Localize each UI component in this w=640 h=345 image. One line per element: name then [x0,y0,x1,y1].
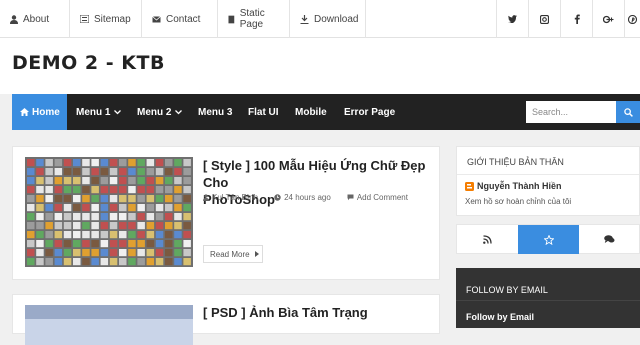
profile-name: Nguyễn Thành Hiền [477,181,562,191]
top-link-label: Sitemap [94,13,131,25]
twitter-link[interactable] [496,0,528,38]
tab-comments[interactable] [579,225,640,254]
post-author-name: Kul Tân Bình [212,193,259,202]
nav-item-home[interactable]: Home [12,94,67,130]
user-icon [10,14,18,24]
google-plus-link[interactable] [592,0,624,38]
top-link-static-page[interactable]: Static Page [218,0,290,38]
follow-subtitle: Follow by Email [466,312,535,322]
post-comment-link[interactable]: Add Comment [347,193,416,202]
site-header: DEMO 2 - KTB [0,38,640,94]
nav-item-error-page[interactable]: Error Page [344,94,395,130]
post-card: [ PSD ] Ảnh Bìa Tâm Trạng [12,294,440,345]
divider [456,300,640,301]
comments-icon [604,235,615,243]
twitter-icon [508,15,517,23]
instagram-icon [540,14,549,24]
thumbnail-image [27,159,191,266]
post-meta: Kul Tân Bình 24 hours ago Add Comment [203,193,424,202]
nav-item-label: Error Page [344,106,396,118]
nav-item-menu-2[interactable]: Menu 2 [137,94,183,130]
top-link-contact[interactable]: Contact [142,0,218,38]
top-link-label: Contact [166,13,201,25]
post-title[interactable]: [ PSD ] Ảnh Bìa Tâm Trạng [203,304,433,321]
search-icon [623,107,633,117]
post-time-text: 24 hours ago [284,193,331,202]
search-placeholder: Search... [532,107,569,117]
top-link-about[interactable]: About [0,0,70,38]
profile-name-link[interactable]: Nguyễn Thành Hiền [465,181,562,191]
facebook-icon [574,14,580,24]
about-widget: GIỚI THIỆU BẢN THÂN Nguyễn Thành Hiền Xe… [456,146,640,216]
nav-item-menu-1[interactable]: Menu 1 [76,94,122,130]
top-link-sitemap[interactable]: Sitemap [70,0,142,38]
nav-item-label: Home [32,106,60,118]
google-plus-icon [603,15,614,23]
read-more-button[interactable]: Read More [203,245,263,263]
chevron-down-icon [175,109,183,114]
top-link-label: About [23,13,50,25]
pinterest-icon [628,14,637,24]
post-author[interactable]: Kul Tân Bình [203,193,266,202]
list-icon [80,15,89,23]
nav-item-flat-ui[interactable]: Flat UI [248,94,279,130]
nav-item-label: Flat UI [248,106,279,118]
post-card: [ Style ] 100 Mẫu Hiệu Ứng Chữ Đẹp Cho P… [12,146,440,280]
post-thumbnail[interactable] [25,305,193,345]
top-link-label: Download [314,13,359,25]
nav-item-label: Menu 2 [137,106,172,118]
blogger-icon [465,181,474,191]
nav-item-menu-3[interactable]: Menu 3 [198,94,232,130]
profile-view-link[interactable]: Xem hồ sơ hoàn chỉnh của tôi [465,197,571,206]
site-title[interactable]: DEMO 2 - KTB [12,52,165,74]
facebook-link[interactable] [560,0,592,38]
top-bar: About Sitemap Contact Static Page Downlo… [0,0,640,38]
pinterest-link[interactable] [624,0,640,38]
tab-star[interactable] [518,225,579,254]
nav-item-label: Mobile [295,106,327,118]
chevron-down-icon [114,109,122,114]
follow-widget: FOLLOW BY EMAIL Follow by Email [456,268,640,328]
thumbnail-image [25,305,193,345]
page-icon [228,15,235,23]
post-title-line: [ PSD ] Ảnh Bìa Tâm Trạng [203,305,368,320]
star-icon [543,234,554,245]
post-time: 24 hours ago [274,193,339,202]
widget-title: FOLLOW BY EMAIL [466,285,548,295]
rss-icon [483,235,492,244]
tab-rss[interactable] [457,225,518,254]
nav-item-label: Menu 3 [198,106,233,118]
clock-icon [274,194,281,201]
search-input[interactable]: Search... [526,101,616,123]
read-more-label: Read More [210,249,250,259]
comment-icon [347,194,354,201]
post-comment-text: Add Comment [356,193,408,202]
home-icon [20,108,29,116]
envelope-icon [152,15,161,22]
widget-title: GIỚI THIỆU BẢN THÂN [457,147,639,175]
instagram-link[interactable] [528,0,560,38]
nav-item-label: Menu 1 [76,106,111,118]
caret-right-icon [254,251,259,257]
post-thumbnail[interactable] [25,157,193,267]
nav-item-mobile[interactable]: Mobile [295,94,327,130]
search-button[interactable] [616,101,640,123]
top-link-label: Static Page [239,8,265,30]
top-link-download[interactable]: Download [290,0,366,38]
sidebar-tabs [456,224,640,254]
download-icon [300,14,309,24]
user-icon [203,194,209,201]
post-title-line: [ Style ] 100 Mẫu Hiệu Ứng Chữ Đẹp Cho [203,158,426,190]
